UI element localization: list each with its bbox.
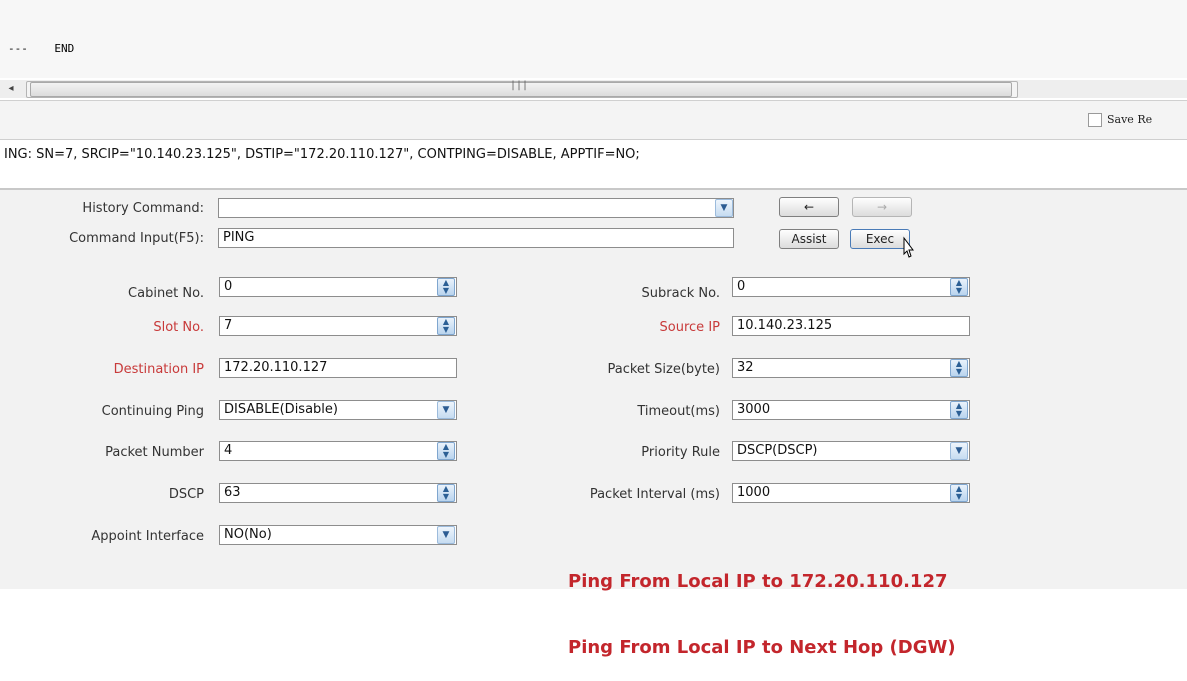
output-area xyxy=(0,0,1187,78)
dscp-label: DSCP xyxy=(168,487,204,502)
history-command-label: History Command: xyxy=(82,201,204,216)
dscp-field[interactable]: 63 xyxy=(219,483,457,503)
packet-size-spinner-icon[interactable]: ▲ ▼ xyxy=(950,359,968,377)
ping-annotation-line-1: Ping From Local IP to 172.20.110.127 xyxy=(568,571,948,592)
slot-no-label: Slot No. xyxy=(153,320,204,335)
chevron-down-icon[interactable]: ▼ xyxy=(950,442,968,460)
timeout-label: Timeout(ms) xyxy=(637,404,720,419)
history-command-select[interactable] xyxy=(218,198,734,218)
packet-number-label: Packet Number xyxy=(105,445,204,460)
timeout-field[interactable]: 3000 xyxy=(732,400,970,420)
command-preview-text: ING: SN=7, SRCIP="10.140.23.125", DSTIP=… xyxy=(4,147,640,162)
scroll-left-arrow-icon[interactable]: ◂ xyxy=(4,82,18,96)
history-back-button[interactable]: ← xyxy=(779,197,839,217)
destination-ip-field[interactable]: 172.20.110.127 xyxy=(219,358,457,378)
priority-rule-select[interactable]: DSCP(DSCP) xyxy=(732,441,970,461)
chevron-down-icon[interactable]: ▼ xyxy=(715,199,733,217)
command-input-label: Command Input(F5): xyxy=(69,231,204,246)
priority-rule-label: Priority Rule xyxy=(641,445,720,460)
scrollbar-grip-icon: ||| xyxy=(510,80,529,91)
assist-button[interactable]: Assist xyxy=(779,229,839,249)
chevron-down-icon[interactable]: ▼ xyxy=(437,526,455,544)
dscp-spinner-icon[interactable]: ▲ ▼ xyxy=(437,484,455,502)
command-input-field[interactable]: PING xyxy=(218,228,734,248)
packet-interval-field[interactable]: 1000 xyxy=(732,483,970,503)
cabinet-no-spinner-icon[interactable]: ▲ ▼ xyxy=(437,278,455,296)
continuing-ping-select[interactable]: DISABLE(Disable) xyxy=(219,400,457,420)
packet-size-label: Packet Size(byte) xyxy=(607,362,720,377)
save-result-checkbox[interactable] xyxy=(1088,113,1102,127)
packet-size-field[interactable]: 32 xyxy=(732,358,970,378)
save-result-bar xyxy=(0,100,1187,140)
packet-number-field[interactable]: 4 xyxy=(219,441,457,461)
history-forward-button[interactable]: → xyxy=(852,197,912,217)
timeout-spinner-icon[interactable]: ▲ ▼ xyxy=(950,401,968,419)
save-result-label: Save Re xyxy=(1107,113,1153,126)
ping-annotation-line-2: Ping From Local IP to Next Hop (DGW) xyxy=(568,637,956,658)
subrack-no-label: Subrack No. xyxy=(641,286,720,301)
source-ip-field[interactable]: 10.140.23.125 xyxy=(732,316,970,336)
packet-interval-spinner-icon[interactable]: ▲ ▼ xyxy=(950,484,968,502)
ping-annotation: Ping From Local IP to 172.20.110.127 Pin… xyxy=(568,527,956,681)
packet-number-spinner-icon[interactable]: ▲ ▼ xyxy=(437,442,455,460)
output-end-line: --- END xyxy=(8,42,75,55)
packet-interval-label: Packet Interval (ms) xyxy=(589,487,720,502)
source-ip-label: Source IP xyxy=(659,320,720,335)
subrack-no-spinner-icon[interactable]: ▲ ▼ xyxy=(950,278,968,296)
slot-no-spinner-icon[interactable]: ▲ ▼ xyxy=(437,317,455,335)
slot-no-field[interactable]: 7 xyxy=(219,316,457,336)
destination-ip-label: Destination IP xyxy=(113,362,204,377)
appoint-interface-select[interactable]: NO(No) xyxy=(219,525,457,545)
cabinet-no-label: Cabinet No. xyxy=(128,286,204,301)
appoint-interface-label: Appoint Interface xyxy=(91,529,204,544)
continuing-ping-label: Continuing Ping xyxy=(101,404,204,419)
cabinet-no-field[interactable]: 0 xyxy=(219,277,457,297)
mouse-cursor-icon xyxy=(903,236,914,258)
subrack-no-field[interactable]: 0 xyxy=(732,277,970,297)
chevron-down-icon[interactable]: ▼ xyxy=(437,401,455,419)
